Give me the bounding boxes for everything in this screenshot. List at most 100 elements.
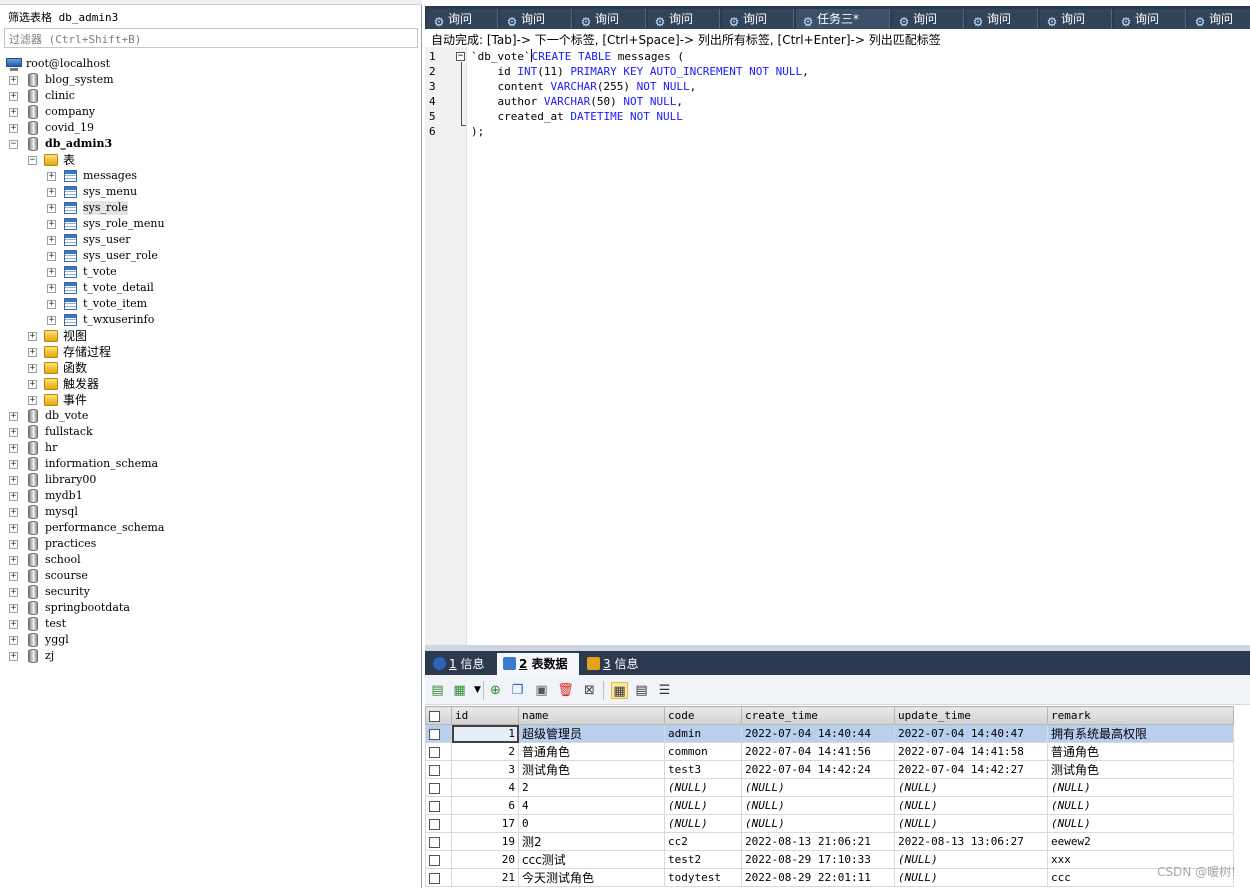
expand-icon[interactable]: + — [9, 92, 18, 101]
database-node[interactable]: + scourse — [0, 568, 420, 584]
cell-code[interactable]: (NULL) — [664, 814, 742, 833]
cell-id[interactable]: 4 — [451, 778, 519, 797]
cell-create_time[interactable]: 2022-07-04 14:41:56 — [741, 742, 895, 761]
row-selector[interactable] — [425, 742, 452, 761]
delete-icon[interactable]: 🗑 — [557, 682, 574, 699]
column-header-name[interactable]: name — [518, 706, 665, 725]
insert-row-icon[interactable]: ▤ — [429, 682, 446, 699]
column-header-code[interactable]: code — [664, 706, 742, 725]
select-all-checkbox[interactable] — [429, 710, 440, 722]
expand-icon[interactable]: + — [9, 492, 18, 501]
save-icon[interactable]: ▣ — [533, 682, 550, 699]
query-tab[interactable]: ⚙ 询问 — [1188, 9, 1250, 29]
fold-toggle-icon[interactable]: − — [456, 52, 465, 61]
expand-icon[interactable]: + — [47, 300, 56, 309]
cell-id[interactable]: 21 — [451, 868, 519, 887]
row-checkbox[interactable] — [429, 782, 440, 794]
cell-create_time[interactable]: 2022-07-04 14:40:44 — [741, 724, 895, 743]
cell-update_time[interactable]: 2022-07-04 14:42:27 — [894, 760, 1048, 779]
database-node[interactable]: + company — [0, 104, 420, 120]
select-all-header[interactable] — [425, 706, 452, 725]
table-row[interactable]: 6 4 (NULL) (NULL) (NULL) (NULL) — [425, 796, 1234, 815]
database-node[interactable]: + springbootdata — [0, 600, 420, 616]
cell-remark[interactable]: 普通角色 — [1047, 742, 1234, 761]
result-tab[interactable]: 1 信息 — [427, 653, 495, 675]
table-row[interactable]: 2 普通角色 common 2022-07-04 14:41:56 2022-07-04… — [425, 742, 1234, 761]
column-header-id[interactable]: id — [451, 706, 519, 725]
database-node[interactable]: + mysql — [0, 504, 420, 520]
expand-icon[interactable]: + — [47, 204, 56, 213]
table-node[interactable]: + sys_user — [0, 232, 420, 248]
query-tab[interactable]: ⚙ 询问 — [1040, 9, 1112, 29]
expand-icon[interactable]: + — [28, 364, 37, 373]
database-node[interactable]: + yggl — [0, 632, 420, 648]
row-selector[interactable] — [425, 868, 452, 887]
cancel-icon[interactable]: ⊠ — [581, 682, 598, 699]
expand-icon[interactable]: + — [47, 268, 56, 277]
database-node[interactable]: + db_vote — [0, 408, 420, 424]
collapse-icon[interactable]: − — [9, 140, 18, 149]
table-row[interactable]: 20 ccc测试 test2 2022-08-29 17:10:33 (NULL) xxx — [425, 850, 1234, 869]
cell-name[interactable]: 普通角色 — [518, 742, 665, 761]
table-node[interactable]: + t_vote — [0, 264, 420, 280]
database-node[interactable]: + hr — [0, 440, 420, 456]
expand-icon[interactable]: + — [47, 188, 56, 197]
cell-create_time[interactable]: (NULL) — [741, 796, 895, 815]
cell-code[interactable]: todytest — [664, 868, 742, 887]
cell-remark[interactable]: (NULL) — [1047, 778, 1234, 797]
column-header-remark[interactable]: remark — [1047, 706, 1234, 725]
expand-icon[interactable]: + — [47, 316, 56, 325]
cell-update_time[interactable]: (NULL) — [894, 796, 1048, 815]
collapse-icon[interactable]: − — [28, 156, 37, 165]
row-checkbox[interactable] — [429, 854, 440, 866]
query-tab[interactable]: ⚙ 询问 — [966, 9, 1038, 29]
expand-icon[interactable]: + — [47, 252, 56, 261]
expand-icon[interactable]: + — [9, 572, 18, 581]
text-view-icon[interactable]: ☰ — [656, 682, 673, 699]
cell-remark[interactable]: (NULL) — [1047, 814, 1234, 833]
database-node[interactable]: + clinic — [0, 88, 420, 104]
row-selector[interactable] — [425, 778, 452, 797]
insert-copy-icon[interactable]: ▦ — [451, 682, 468, 699]
sql-editor[interactable]: 1 2 3 4 5 6 − `db_vote`CREATE TABLE messages (… — [425, 47, 1250, 645]
cell-code[interactable]: cc2 — [664, 832, 742, 851]
table-node[interactable]: + sys_role_menu — [0, 216, 420, 232]
cell-code[interactable]: (NULL) — [664, 778, 742, 797]
row-checkbox[interactable] — [429, 836, 440, 848]
folder-node[interactable]: + 事件 — [0, 392, 420, 408]
database-node[interactable]: + security — [0, 584, 420, 600]
expand-icon[interactable]: + — [9, 636, 18, 645]
folder-node[interactable]: + 视图 — [0, 328, 420, 344]
expand-icon[interactable]: + — [9, 428, 18, 437]
expand-icon[interactable]: + — [9, 108, 18, 117]
result-grid[interactable]: id name code create_time update_time remark 1… — [425, 706, 1250, 888]
table-node[interactable]: + messages — [0, 168, 420, 184]
table-node[interactable]: + t_vote_detail — [0, 280, 420, 296]
expand-icon[interactable]: + — [9, 620, 18, 629]
grid-view-icon[interactable]: ▦ — [611, 682, 628, 699]
cell-name[interactable]: 测试角色 — [518, 760, 665, 779]
table-row[interactable]: 19 测2 cc2 2022-08-13 21:06:21 2022-08-13 13:… — [425, 832, 1234, 851]
row-selector[interactable] — [425, 814, 452, 833]
cell-update_time[interactable]: (NULL) — [894, 850, 1048, 869]
server-node[interactable]: root@localhost — [0, 56, 420, 72]
expand-icon[interactable]: + — [28, 348, 37, 357]
table-row[interactable]: 21 今天测试角色 todytest 2022-08-29 22:01:11 (NULL… — [425, 868, 1234, 887]
database-node[interactable]: + mydb1 — [0, 488, 420, 504]
cell-name[interactable]: 4 — [518, 796, 665, 815]
row-checkbox[interactable] — [429, 872, 440, 884]
query-tab[interactable]: ⚙ 询问 — [500, 9, 572, 29]
cell-id[interactable]: 20 — [451, 850, 519, 869]
expand-icon[interactable]: + — [9, 652, 18, 661]
cell-update_time[interactable]: 2022-07-04 14:40:47 — [894, 724, 1048, 743]
cell-id[interactable]: 17 — [451, 814, 519, 833]
database-node[interactable]: + test — [0, 616, 420, 632]
cell-update_time[interactable]: (NULL) — [894, 814, 1048, 833]
query-tab[interactable]: ⚙ 询问 — [892, 9, 964, 29]
form-view-icon[interactable]: ▤ — [633, 682, 650, 699]
cell-id[interactable]: 2 — [451, 742, 519, 761]
database-node[interactable]: + covid_19 — [0, 120, 420, 136]
expand-icon[interactable]: + — [9, 476, 18, 485]
cell-create_time[interactable]: 2022-08-13 21:06:21 — [741, 832, 895, 851]
cell-name[interactable]: 今天测试角色 — [518, 868, 665, 887]
